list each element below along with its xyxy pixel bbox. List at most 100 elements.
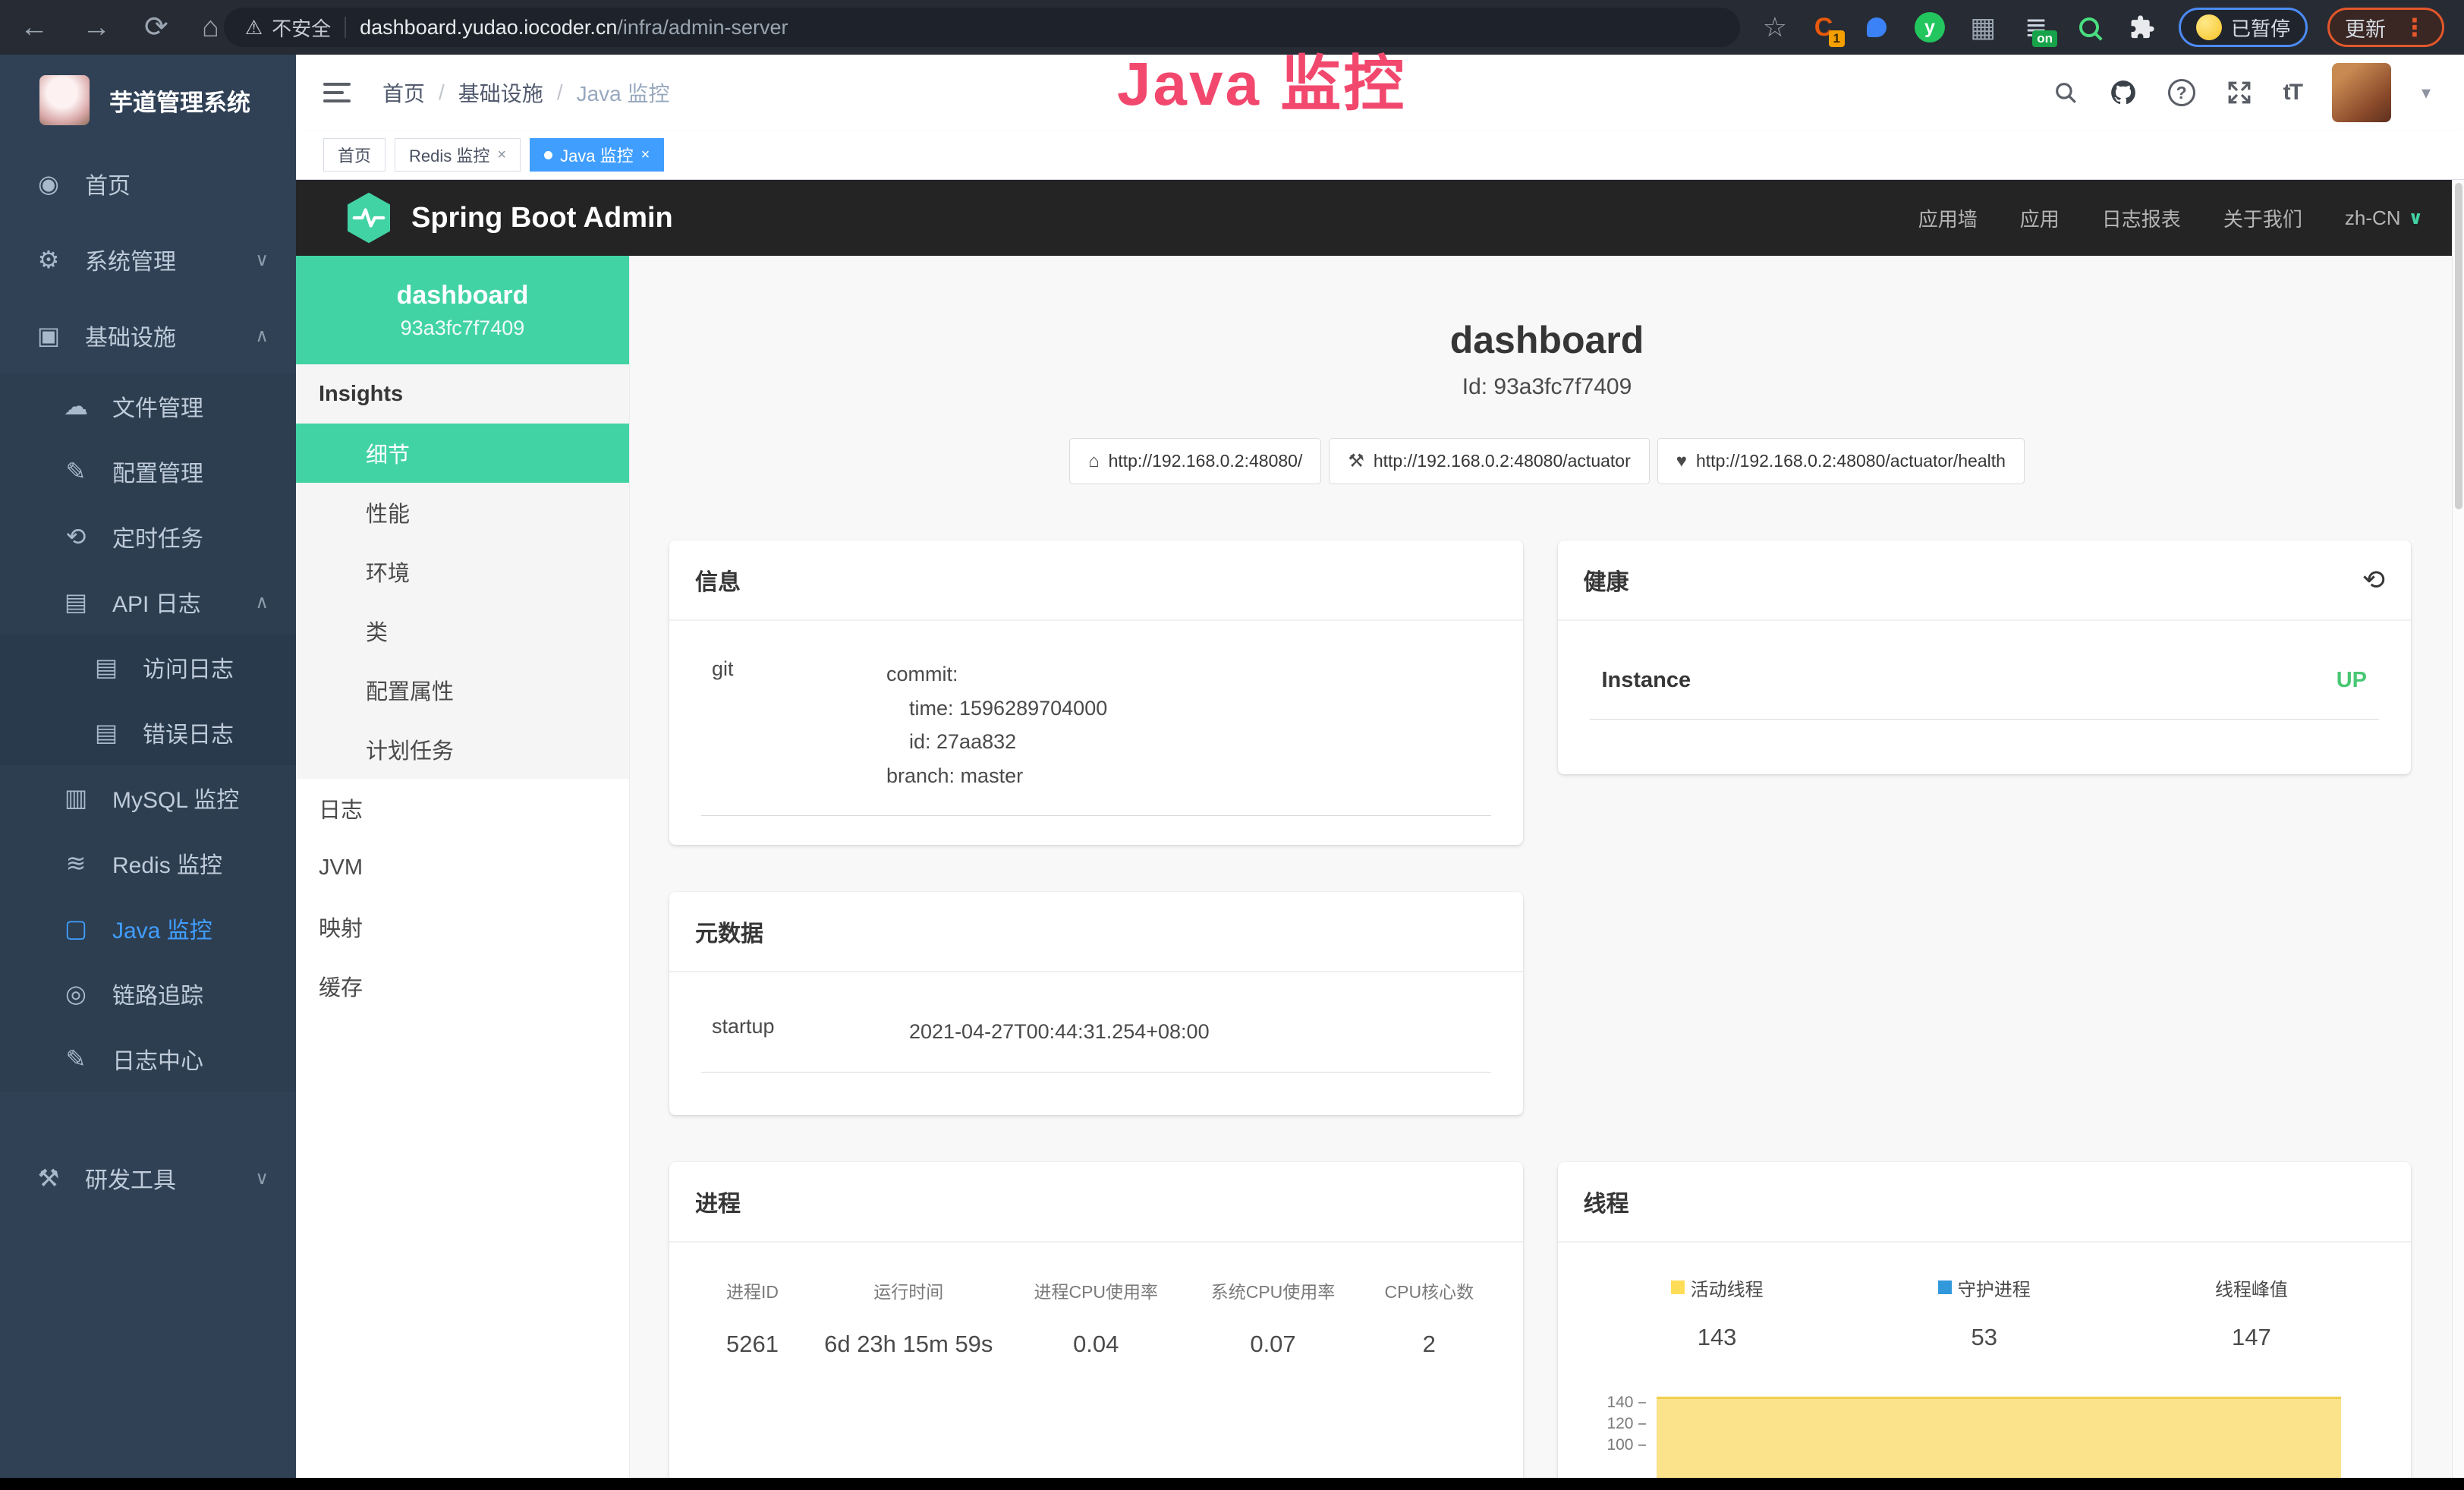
sidebar-item-home[interactable]: ◉ 首页 [0, 146, 296, 222]
omnibox-divider [345, 17, 346, 38]
sidebar: 芋道管理系统 ◉ 首页 ⚙ 系统管理 ∨ ▣ 基础设施 ∧ ☁ 文件管理 ✎ [0, 55, 296, 1478]
sidebar-item-infrastructure[interactable]: ▣ 基础设施 ∧ [0, 298, 296, 373]
sba-menu-jvm[interactable]: JVM [296, 838, 629, 897]
service-url-button[interactable]: ⌂ http://192.168.0.2:48080/ [1069, 438, 1321, 484]
sba-menu: Insights 细节 性能 环境 类 配置属性 计划任务 日志 JVM 映射 [296, 364, 629, 1016]
sba-menu-details[interactable]: 细节 [296, 424, 629, 483]
sidebar-label: 系统管理 [85, 243, 255, 276]
sba-menu-mappings[interactable]: 映射 [296, 897, 629, 956]
breadcrumb-section[interactable]: 基础设施 [458, 77, 543, 108]
home-icon[interactable]: ⌂ [202, 13, 219, 42]
sba-menu-insights[interactable]: Insights [296, 364, 629, 424]
database-icon: ▥ [59, 783, 93, 812]
fullscreen-icon[interactable] [2226, 79, 2253, 106]
sba-nav-applications[interactable]: 应用 [2020, 204, 2060, 232]
sidebar-label: 日志中心 [112, 1042, 269, 1076]
help-icon[interactable]: ? [2168, 79, 2195, 106]
sidebar-item-java-monitor[interactable]: ▢ Java 监控 [0, 896, 296, 961]
sba-menu-metrics[interactable]: 性能 [296, 483, 629, 542]
scrollbar[interactable] [2452, 180, 2464, 1478]
sidebar-collapse-icon[interactable] [323, 83, 351, 102]
sba-brand[interactable]: Spring Boot Admin [345, 191, 673, 244]
screen: ← → ⟳ ⌂ ⚠ 不安全 dashboard.yudao.iocoder.cn… [0, 0, 2464, 1490]
insecure-warning-icon[interactable]: ⚠ [245, 16, 263, 39]
sidebar-item-error-logs[interactable]: ▤ 错误日志 [0, 700, 296, 765]
extension-magnifier-icon[interactable] [2072, 11, 2106, 44]
sidebar-label: 定时任务 [112, 520, 269, 553]
bookmark-star-icon[interactable]: ☆ [1763, 11, 1787, 43]
extension-grid-icon[interactable]: ▦ [1966, 11, 2000, 44]
sba-menu-config-props[interactable]: 配置属性 [296, 660, 629, 720]
sidebar-label: API 日志 [112, 585, 255, 619]
font-size-icon[interactable]: tT [2283, 80, 2302, 106]
extension-badge: 1 [1829, 30, 1845, 47]
sba-menu-environment[interactable]: 环境 [296, 542, 629, 601]
menu-dots-icon[interactable]: ⋮ [2403, 13, 2427, 42]
sba-instance-header[interactable]: dashboard 93a3fc7f7409 [296, 256, 629, 364]
sidebar-brand[interactable]: 芋道管理系统 [0, 55, 296, 146]
health-instance-label: Instance [1602, 668, 1691, 693]
close-icon[interactable]: × [497, 146, 506, 164]
extension-switch-icon[interactable]: ≣ on [2019, 11, 2053, 44]
back-icon[interactable]: ← [20, 13, 49, 42]
tab-java-monitor[interactable]: Java 监控 × [530, 138, 664, 172]
home-icon: ⌂ [1088, 451, 1100, 472]
window-bottom-edge [0, 1478, 2464, 1490]
caret-down-icon[interactable]: ▾ [2422, 82, 2431, 104]
sidebar-item-mysql-monitor[interactable]: ▥ MySQL 监控 [0, 765, 296, 830]
sidebar-item-redis-monitor[interactable]: ≋ Redis 监控 [0, 830, 296, 896]
sidebar-item-file-management[interactable]: ☁ 文件管理 [0, 373, 296, 439]
extensions-puzzle-icon[interactable] [2126, 11, 2159, 44]
extension-pin-icon[interactable] [1860, 11, 1893, 44]
tab-redis-monitor[interactable]: Redis 监控 × [395, 138, 521, 172]
actuator-url-button[interactable]: ⚒ http://192.168.0.2:48080/actuator [1329, 438, 1649, 484]
sidebar-item-scheduled-jobs[interactable]: ⟲ 定时任务 [0, 504, 296, 569]
extension-colorzilla-icon[interactable]: C 1 [1807, 11, 1840, 44]
sba-menu-caches[interactable]: 缓存 [296, 956, 629, 1016]
breadcrumb-home[interactable]: 首页 [382, 77, 425, 108]
search-icon[interactable] [2053, 80, 2079, 106]
sba-menu-logs[interactable]: 日志 [296, 779, 629, 838]
sidebar-item-api-logs[interactable]: ▤ API 日志 ∧ [0, 569, 296, 635]
sba-nav-journal[interactable]: 日志报表 [2102, 204, 2181, 232]
magnifier-glyph [2079, 17, 2099, 37]
reload-icon[interactable]: ⟳ [144, 13, 168, 42]
health-url-button[interactable]: ♥ http://192.168.0.2:48080/actuator/heal… [1657, 438, 2025, 484]
sidebar-item-config-management[interactable]: ✎ 配置管理 [0, 439, 296, 504]
sba-nav-wallboard[interactable]: 应用墙 [1918, 204, 1978, 232]
threads-legend: 活动线程 守护进程 线程峰值 [1584, 1274, 2386, 1351]
sidebar-item-dev-tools[interactable]: ⚒ 研发工具 ∨ [0, 1140, 296, 1216]
metadata-key: startup [712, 1015, 909, 1049]
security-label[interactable]: 不安全 [272, 14, 331, 42]
metadata-card: 元数据 startup 2021-04-27T00:44:31.254+08:0… [669, 892, 1523, 1115]
update-browser-button[interactable]: 更新 ⋮ [2327, 8, 2444, 47]
sidebar-item-access-logs[interactable]: ▤ 访问日志 [0, 635, 296, 700]
scrollbar-thumb[interactable] [2455, 183, 2462, 509]
github-icon[interactable] [2109, 78, 2138, 107]
instance-links: ⌂ http://192.168.0.2:48080/ ⚒ http://192… [630, 438, 2464, 484]
eye-icon: ◎ [59, 979, 93, 1008]
edit-icon: ✎ [59, 457, 93, 486]
sidebar-item-tracing[interactable]: ◎ 链路追踪 [0, 961, 296, 1026]
avatar[interactable] [2332, 63, 2391, 122]
address-bar[interactable]: ⚠ 不安全 dashboard.yudao.iocoder.cn /infra/… [224, 8, 1740, 47]
log-icon: ▤ [59, 587, 93, 616]
sidebar-item-system[interactable]: ⚙ 系统管理 ∨ [0, 222, 296, 298]
area-series-live-threads [1657, 1397, 2342, 1478]
close-icon[interactable]: × [641, 146, 650, 164]
sba-page: Spring Boot Admin 应用墙 应用 日志报表 关于我们 zh-CN… [296, 180, 2464, 1478]
url-path[interactable]: /infra/admin-server [617, 16, 788, 39]
sba-menu-classes[interactable]: 类 [296, 601, 629, 660]
sba-menu-scheduled-tasks[interactable]: 计划任务 [296, 720, 629, 779]
health-instance-row[interactable]: Instance UP [1590, 668, 2380, 720]
info-value: commit: time: 1596289704000 id: 27aa832 … [886, 657, 1107, 792]
sidebar-item-log-center[interactable]: ✎ 日志中心 [0, 1026, 296, 1092]
history-icon[interactable]: ⟲ [2362, 564, 2385, 596]
forward-icon[interactable]: → [82, 13, 111, 42]
extension-y-icon[interactable]: y [1913, 11, 1946, 44]
sba-language-select[interactable]: zh-CN ∨ [2345, 206, 2423, 230]
profile-paused-chip[interactable]: 已暂停 [2179, 8, 2308, 47]
tab-home[interactable]: 首页 [323, 138, 385, 172]
sba-nav-about[interactable]: 关于我们 [2223, 204, 2302, 232]
url-host[interactable]: dashboard.yudao.iocoder.cn [360, 16, 617, 39]
